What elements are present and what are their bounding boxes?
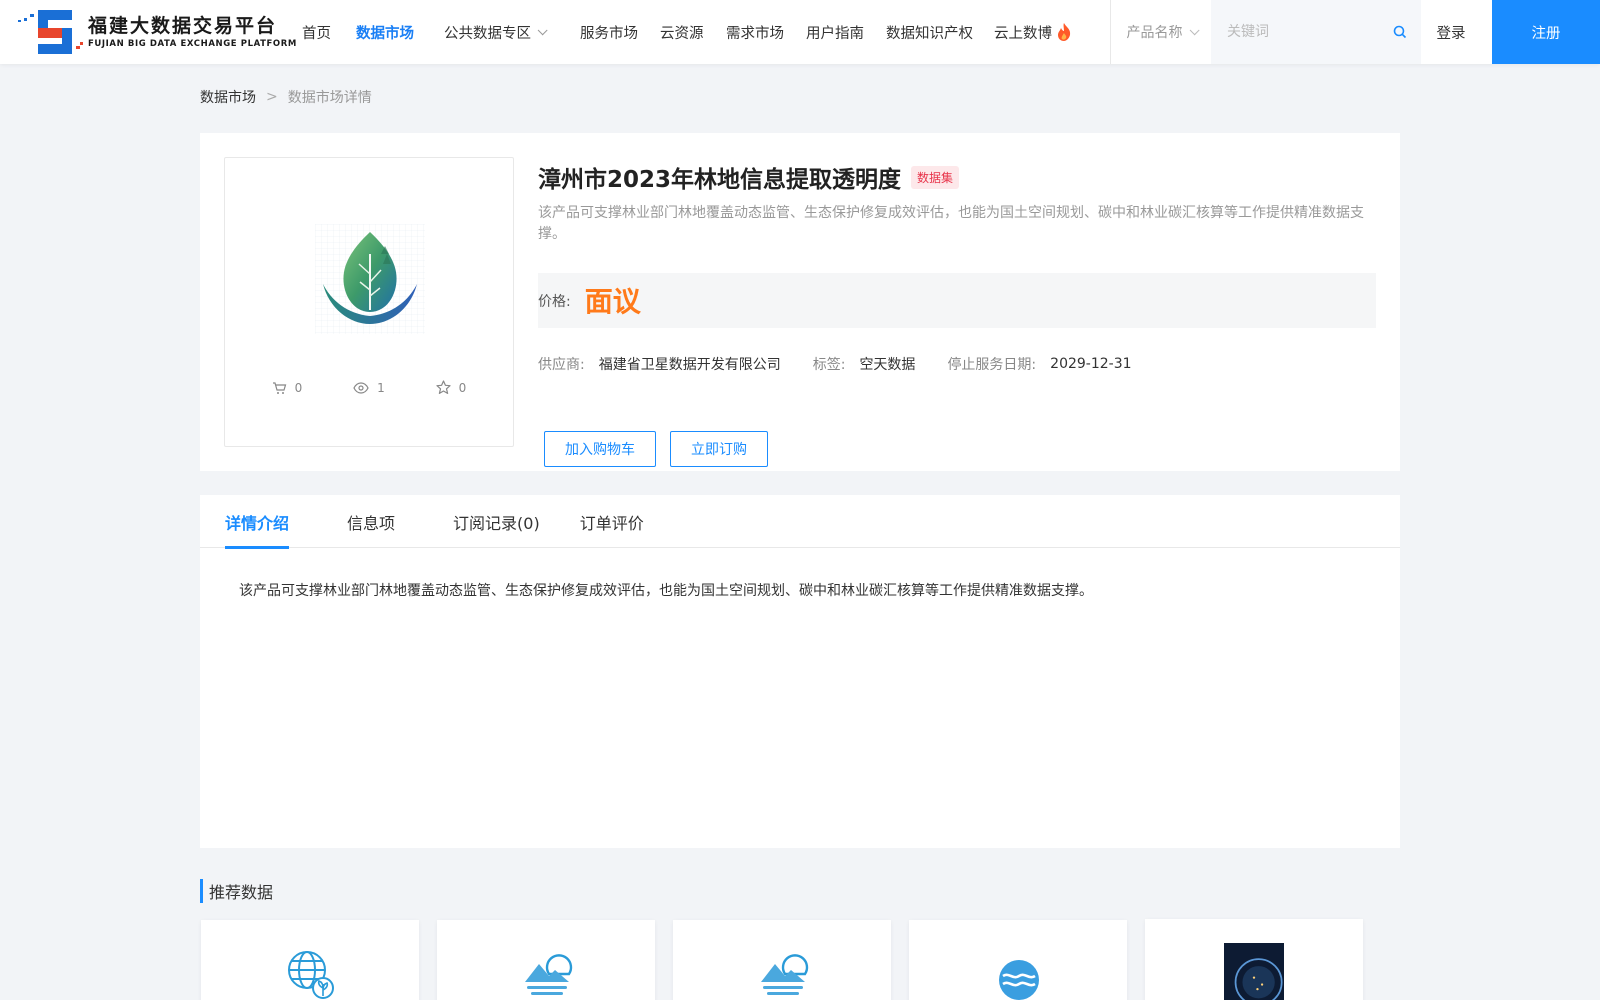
recommended-card[interactable] (201, 920, 419, 1000)
nav-user-guide[interactable]: 用户指南 (806, 0, 886, 64)
sun-mountain-icon (525, 954, 573, 995)
price-value: 面议 (584, 284, 641, 318)
logo-title: 福建大数据交易平台 (88, 15, 278, 37)
logo-mark-icon (18, 10, 83, 54)
nav-cloud-expo[interactable]: 云上数博 (994, 0, 1084, 64)
breadcrumb: 数据市场 > 数据市场详情 (200, 87, 372, 107)
breadcrumb-current: 数据市场详情 (287, 90, 372, 106)
chevron-down-icon (537, 24, 548, 35)
detail-card: 详情介绍 信息项 订阅记录(0) 订单评价 该产品可支撑林业部门林地覆盖动态监管… (200, 495, 1400, 848)
nav-home[interactable]: 首页 (302, 0, 356, 64)
nav-data-market[interactable]: 数据市场 (356, 0, 444, 64)
product-card: 0 1 0 漳州市2023年林地信息提取透明度 数据集 该产品可支撑林业部门林地… (200, 133, 1400, 471)
view-count: 1 (328, 380, 410, 395)
supplier-label: 供应商: (538, 357, 585, 373)
end-date-value: 2029-12-31 (1050, 356, 1132, 372)
tab-subscriptions[interactable]: 订阅记录(0) (453, 495, 540, 548)
end-date-label: 停止服务日期: (947, 357, 1037, 373)
product-meta: 供应商: 福建省卫星数据开发有限公司 标签: 空天数据 停止服务日期: 2029… (538, 354, 1376, 374)
sun-mountain-icon (761, 954, 809, 995)
product-actions: 加入购物车 立即订购 (544, 431, 768, 467)
product-title: 漳州市2023年林地信息提取透明度 (538, 167, 902, 193)
cart-icon (272, 381, 286, 394)
eye-icon (353, 381, 369, 394)
star-icon (436, 380, 451, 394)
tag-value: 空天数据 (859, 357, 916, 373)
product-stats: 0 1 0 (225, 380, 513, 395)
price-bar: 价格: 面议 (538, 273, 1376, 328)
product-type-badge: 数据集 (911, 165, 960, 189)
forest-leaf-icon (315, 224, 425, 334)
breadcrumb-root[interactable]: 数据市场 (200, 87, 256, 107)
price-label: 价格: (538, 293, 571, 310)
top-header: 福建大数据交易平台 FUJIAN BIG DATA EXCHANGE PLATF… (0, 0, 1600, 64)
search-input[interactable] (1211, 0, 1379, 64)
product-thumbnail-box: 0 1 0 (224, 157, 514, 447)
tab-info-items[interactable]: 信息项 (347, 495, 395, 548)
detail-text: 该产品可支撑林业部门林地覆盖动态监管、生态保护修复成效评估，也能为国土空间规划、… (239, 583, 1093, 599)
product-description: 该产品可支撑林业部门林地覆盖动态监管、生态保护修复成效评估，也能为国土空间规划、… (538, 205, 1364, 242)
tab-reviews[interactable]: 订单评价 (580, 495, 644, 548)
favorite-count[interactable]: 0 (410, 380, 492, 395)
supplier-value: 福建省卫星数据开发有限公司 (598, 357, 781, 373)
site-logo[interactable]: 福建大数据交易平台 FUJIAN BIG DATA EXCHANGE PLATF… (16, 8, 297, 56)
cart-count: 0 (246, 380, 328, 395)
recommended-title: 推荐数据 (200, 879, 273, 903)
logo-subtitle: FUJIAN BIG DATA EXCHANGE PLATFORM (88, 39, 297, 49)
add-to-cart-button[interactable]: 加入购物车 (544, 431, 656, 467)
night-globe-image (1224, 943, 1284, 1000)
recommended-card[interactable] (1145, 919, 1363, 1000)
nav-demand-market[interactable]: 需求市场 (726, 0, 806, 64)
nav-service-market[interactable]: 服务市场 (580, 0, 660, 64)
nav-data-ip[interactable]: 数据知识产权 (886, 0, 994, 64)
login-button[interactable]: 登录 (1410, 0, 1492, 64)
breadcrumb-separator: > (266, 89, 278, 105)
tab-details[interactable]: 详情介绍 (225, 495, 290, 549)
buy-now-button[interactable]: 立即订购 (670, 431, 768, 467)
register-button[interactable]: 注册 (1492, 0, 1600, 64)
search-type-select[interactable]: 产品名称 (1111, 0, 1211, 64)
detail-tabs: 详情介绍 信息项 订阅记录(0) 订单评价 (200, 495, 1400, 549)
search-area: 产品名称 (1110, 0, 1421, 64)
search-icon (1393, 25, 1407, 39)
recommended-card[interactable] (673, 920, 891, 1000)
nav-cloud-resources[interactable]: 云资源 (660, 0, 726, 64)
product-info: 漳州市2023年林地信息提取透明度 数据集 该产品可支撑林业部门林地覆盖动态监管… (538, 157, 1376, 467)
chevron-down-icon (1189, 24, 1200, 35)
main-nav: 首页 数据市场 公共数据专区 服务市场 云资源 需求市场 用户指南 数据知识产权… (302, 0, 1084, 64)
recommended-card[interactable] (909, 920, 1127, 1000)
globe-plant-icon (288, 951, 334, 999)
nav-public-data[interactable]: 公共数据专区 (444, 0, 580, 64)
recommended-card[interactable] (437, 920, 655, 1000)
fire-icon (1058, 23, 1071, 41)
tag-label: 标签: (812, 357, 846, 373)
water-wave-icon (999, 960, 1039, 1000)
